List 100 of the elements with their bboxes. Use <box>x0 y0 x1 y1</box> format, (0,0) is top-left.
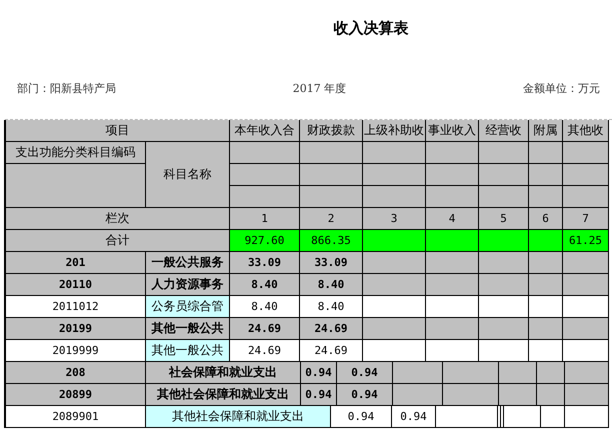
table-cell: 8.40 <box>230 296 300 318</box>
column-header: 事业收入 <box>426 120 479 142</box>
table-cell <box>426 340 479 362</box>
header-cell <box>300 186 363 208</box>
table-cell <box>563 318 609 340</box>
table-cell: 2011012 <box>6 296 146 318</box>
header-cell <box>426 164 479 186</box>
header-cell: 6 <box>529 208 563 230</box>
table-cell: 20899 <box>6 384 146 406</box>
year-label: 2017 年度 <box>292 80 346 96</box>
department-label: 部门：阳新县特产局 <box>17 80 116 96</box>
table-cell <box>499 362 537 384</box>
header-cell: 栏次 <box>6 208 230 230</box>
header-cell: 1 <box>230 208 300 230</box>
table-cell <box>426 274 479 296</box>
table-cell <box>537 384 565 406</box>
header-cell: 支出功能分类科目编码 <box>6 142 146 164</box>
table-cell: 2089901 <box>6 406 146 428</box>
header-cell <box>563 164 609 186</box>
header-cell: 科目名称 <box>146 142 230 208</box>
table-cell: 其他社会保障和就业支出 <box>146 406 331 428</box>
table-cell <box>563 274 609 296</box>
table-cell: 其他一般公共 <box>146 340 230 362</box>
table-cell <box>479 296 529 318</box>
table-cell: 2019999 <box>6 340 146 362</box>
table-cell: 人力资源事务 <box>146 274 230 296</box>
table-cell <box>363 296 426 318</box>
header-cell: 2 <box>300 208 363 230</box>
table-cell <box>529 296 563 318</box>
table-cell <box>363 252 426 274</box>
header-cell: 项目 <box>6 120 230 142</box>
header-cell <box>363 142 426 164</box>
table-cell: 社会保障和就业支出 <box>146 362 301 384</box>
table-cell <box>479 340 529 362</box>
column-header: 上级补助收 <box>363 120 426 142</box>
table-cell: 24.69 <box>230 340 300 362</box>
header-cell: 7 <box>563 208 609 230</box>
table-cell <box>529 252 563 274</box>
table-cell <box>393 362 443 384</box>
table-cell <box>541 406 565 428</box>
table-cell <box>529 274 563 296</box>
column-header: 财政拨款 <box>300 120 363 142</box>
header-cell: 3 <box>363 208 426 230</box>
header-cell <box>300 164 363 186</box>
table-cell <box>563 296 609 318</box>
header-cell <box>426 186 479 208</box>
table-cell: 24.69 <box>230 318 300 340</box>
header-cell <box>230 186 300 208</box>
header-cell <box>363 186 426 208</box>
table-cell: 33.09 <box>230 252 300 274</box>
table-cell <box>443 362 499 384</box>
column-header: 其他收 <box>563 120 609 142</box>
table-cell <box>565 406 609 428</box>
table-cell <box>479 252 529 274</box>
table-cell: 24.69 <box>300 318 363 340</box>
table-cell: 20199 <box>6 318 146 340</box>
table-cell: 208 <box>6 362 146 384</box>
table-cell: 61.25 <box>563 230 609 252</box>
table-cell: 8.40 <box>300 296 363 318</box>
header-cell <box>300 142 363 164</box>
header-cell <box>426 142 479 164</box>
column-header: 附属 <box>529 120 563 142</box>
header-cell: 5 <box>479 208 529 230</box>
table-cell: 0.94 <box>337 384 393 406</box>
table-cell <box>393 384 443 406</box>
table-cell <box>537 362 565 384</box>
table-cell: 33.09 <box>300 252 363 274</box>
header-cell <box>529 186 563 208</box>
table-cell: 0.94 <box>337 362 393 384</box>
table-cell <box>363 274 426 296</box>
header-cell <box>479 142 529 164</box>
header-cell <box>563 142 609 164</box>
header-cell <box>529 142 563 164</box>
table-cell: 8.40 <box>300 274 363 296</box>
header-cell <box>230 164 300 186</box>
table-cell <box>426 252 479 274</box>
table-cell <box>479 318 529 340</box>
table-cell: 0.94 <box>301 362 337 384</box>
header-cell <box>563 186 609 208</box>
table-cell <box>426 318 479 340</box>
table-cell <box>565 362 609 384</box>
header-cell <box>479 186 529 208</box>
table-cell <box>479 274 529 296</box>
table-cell <box>563 340 609 362</box>
column-header: 经营收 <box>479 120 529 142</box>
table-cell: 0.94 <box>392 406 436 428</box>
header-cell <box>529 164 563 186</box>
table-cell <box>563 252 609 274</box>
table-cell <box>363 318 426 340</box>
table-cell: 其他社会保障和就业支出 <box>146 384 301 406</box>
table-cell <box>443 384 499 406</box>
table-cell <box>363 340 426 362</box>
header-cell <box>230 142 300 164</box>
table-cell <box>565 384 609 406</box>
table-cell <box>529 340 563 362</box>
table-cell: 一般公共服务 <box>146 252 230 274</box>
table-cell: 公务员综合管 <box>146 296 230 318</box>
table-cell <box>529 318 563 340</box>
table-cell <box>499 384 537 406</box>
column-header: 本年收入合 <box>230 120 300 142</box>
